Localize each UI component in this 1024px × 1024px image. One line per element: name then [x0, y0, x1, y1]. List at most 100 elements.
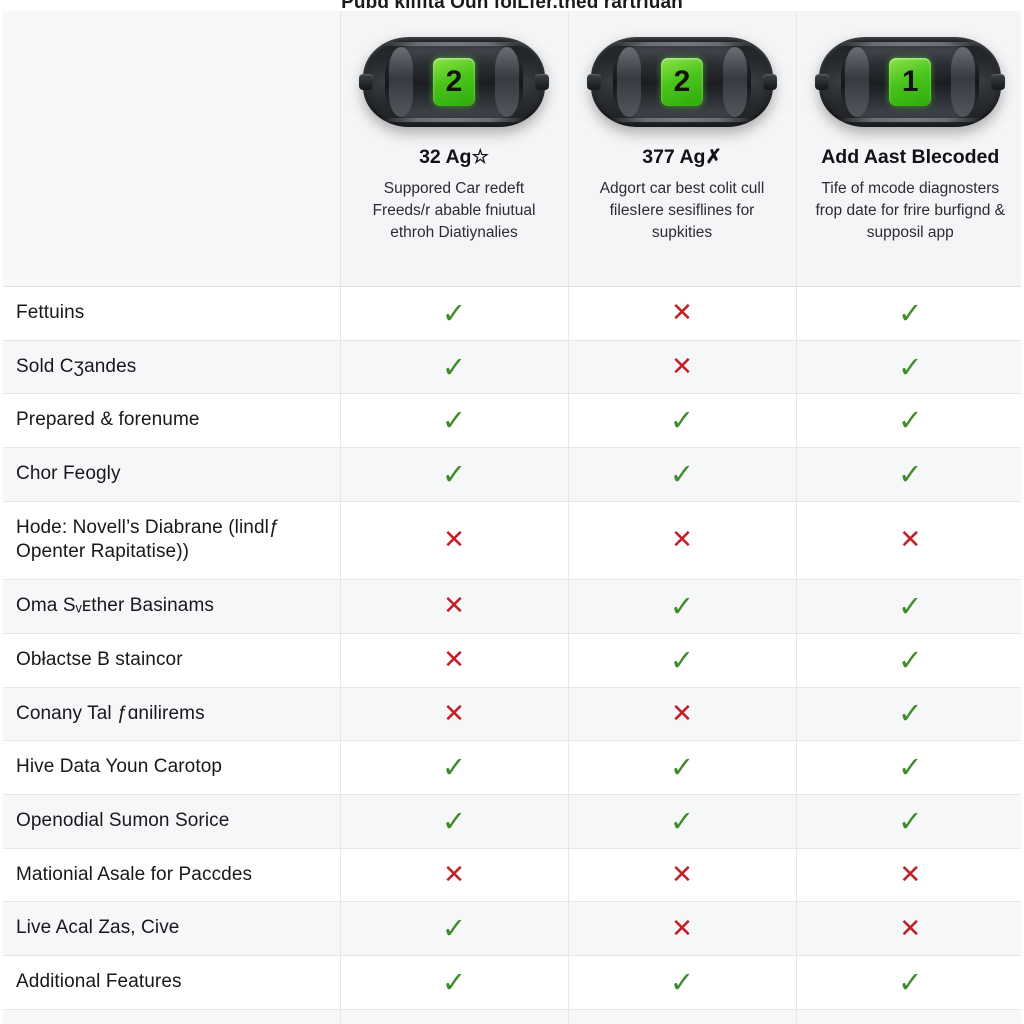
header-row: 2 32 Ag☆ Suppored Car redeft Freeds/r ab…	[0, 11, 1024, 287]
feature-supported-cell: ✓	[340, 393, 569, 449]
feature-supported-cell: ✓	[796, 955, 1024, 1010]
product-title-2: 377 Ag✗	[642, 146, 722, 168]
feature-label: Opelćty	[0, 1009, 341, 1024]
product-badge-3: 1	[889, 58, 932, 106]
cross-icon: ✕	[671, 859, 693, 890]
cross-icon: ✕	[443, 591, 465, 622]
table-row: Oma Sᵥᴇther Basinams ✕ ✓ ✓	[0, 579, 1024, 634]
product-description-3: Tife of mcode diagnosters frop date for …	[815, 180, 1006, 242]
feature-supported-cell: ✓	[568, 740, 797, 795]
feature-supported-cell: ✓	[796, 1009, 1024, 1024]
cross-icon: ✕	[443, 525, 465, 556]
feature-unsupported-cell: ✕	[568, 286, 797, 341]
feature-supported-cell: ✓	[340, 286, 569, 341]
page-title: Pubd kilfita Ouh foiLfer.tned rartrluan	[341, 0, 683, 13]
feature-supported-cell: ✓	[340, 447, 569, 502]
feature-supported-cell: ✓	[340, 955, 569, 1010]
table-header: 2 32 Ag☆ Suppored Car redeft Freeds/r ab…	[0, 11, 1024, 287]
table-row: Hode: Novell’s Diabrane (lindlƒ Openter …	[0, 501, 1024, 581]
cross-icon: ✕	[671, 698, 693, 729]
feature-label: Conany Tal ƒɑnilirems	[0, 687, 341, 742]
feature-column-header	[0, 11, 341, 287]
feature-supported-cell: ✓	[796, 794, 1024, 849]
product-description-2: Adgort car best colit cull filesIere ses…	[599, 180, 765, 242]
check-icon: ✓	[669, 456, 695, 491]
cross-icon: ✕	[671, 913, 693, 944]
check-icon: ✓	[441, 750, 467, 785]
page-left-edge	[0, 0, 3, 1024]
check-icon: ✓	[898, 588, 923, 623]
product-column-header-3[interactable]: 1 Add Aast Blecoded Tife of mcode diagno…	[796, 11, 1024, 287]
table-row: Prepared & forenume ✓ ✓ ✓	[0, 393, 1024, 449]
check-icon: ✓	[898, 642, 923, 677]
feature-label: Mationial Asale for Paccdes	[0, 848, 341, 903]
feature-label: Prepared & forenume	[0, 393, 341, 449]
table-row: Fettuins ✓ ✕ ✓	[0, 286, 1024, 341]
check-icon: ✓	[669, 642, 695, 677]
feature-supported-cell: ✓	[796, 579, 1024, 634]
cross-icon: ✕	[899, 859, 922, 890]
check-icon: ✓	[898, 750, 923, 785]
check-icon: ✓	[898, 456, 923, 491]
feature-supported-cell: ✓	[340, 901, 569, 956]
check-icon: ✓	[441, 456, 467, 491]
feature-supported-cell: ✓	[568, 794, 797, 849]
product-badge-1: 2	[433, 58, 475, 106]
feature-unsupported-cell: ✕	[568, 848, 797, 903]
cross-icon: ✕	[671, 298, 693, 329]
feature-label: Fettuins	[0, 286, 341, 341]
table-body: Fettuins ✓ ✕ ✓ Sold Cʒandes ✓ ✕ ✓ Prepared & for…	[0, 286, 1024, 1024]
check-icon: ✓	[898, 696, 923, 731]
table-row: Sold Cʒandes ✓ ✕ ✓	[0, 340, 1024, 395]
feature-unsupported-cell: ✕	[340, 1009, 569, 1024]
product-badge-2: 2	[661, 58, 703, 106]
feature-unsupported-cell: ✕	[340, 687, 569, 742]
feature-supported-cell: ✓	[796, 447, 1024, 502]
feature-supported-cell: ✓	[340, 794, 569, 849]
feature-supported-cell: ✓	[568, 633, 797, 688]
cross-icon: ✕	[443, 698, 465, 729]
feature-supported-cell: ✓	[796, 286, 1024, 341]
feature-label: Sold Cʒandes	[0, 340, 341, 395]
feature-supported-cell: ✓	[568, 393, 797, 449]
check-icon: ✓	[441, 803, 467, 838]
feature-supported-cell: ✓	[796, 633, 1024, 688]
car-top-view-icon: 2	[587, 29, 777, 135]
comparison-table-page: Pubd kilfita Ouh foiLfer.tned rartrluan	[0, 0, 1024, 1024]
feature-supported-cell: ✓	[568, 579, 797, 634]
check-icon: ✓	[898, 349, 923, 384]
feature-supported-cell: ✓	[568, 447, 797, 502]
page-title-strip: Pubd kilfita Ouh foiLfer.tned rartrluan	[0, 0, 1024, 14]
check-icon: ✓	[669, 964, 695, 999]
product-column-header-1[interactable]: 2 32 Ag☆ Suppored Car redeft Freeds/r ab…	[340, 11, 569, 287]
feature-label: Openodial Sumon Sorice	[0, 794, 341, 849]
check-icon: ✓	[441, 349, 467, 384]
feature-label: Additional Features	[0, 955, 341, 1010]
check-icon: ✓	[669, 750, 695, 785]
feature-supported-cell: ✓	[796, 740, 1024, 795]
feature-unsupported-cell: ✕	[796, 901, 1024, 956]
check-icon: ✓	[669, 803, 695, 838]
product-column-header-2[interactable]: 2 377 Ag✗ Adgort car best colit cull fil…	[568, 11, 797, 287]
table-row: Mationial Asale for Paccdes ✕ ✕ ✕	[0, 848, 1024, 903]
feature-unsupported-cell: ✕	[568, 687, 797, 742]
table-row: Chor Feogly ✓ ✓ ✓	[0, 447, 1024, 502]
feature-unsupported-cell: ✕	[340, 848, 569, 903]
feature-unsupported-cell: ✕	[568, 901, 797, 956]
feature-label: Chor Feogly	[0, 447, 341, 502]
feature-unsupported-cell: ✕	[796, 501, 1024, 581]
table-row: Additional Features ✓ ✓ ✓	[0, 955, 1024, 1010]
feature-unsupported-cell: ✕	[568, 340, 797, 395]
check-icon: ✓	[441, 295, 467, 330]
feature-label: Hode: Novell’s Diabrane (lindlƒ Openter …	[0, 501, 341, 581]
cross-icon: ✕	[899, 913, 922, 944]
check-icon: ✓	[898, 403, 923, 438]
check-icon: ✓	[441, 964, 467, 999]
feature-supported-cell: ✓	[796, 393, 1024, 449]
check-icon: ✓	[898, 295, 923, 330]
feature-supported-cell: ✓	[796, 340, 1024, 395]
cross-icon: ✕	[443, 645, 465, 676]
table-row: Opelćty✕✓✓	[0, 1009, 1024, 1024]
product-title-3: Add Aast Blecoded	[821, 146, 1000, 168]
feature-unsupported-cell: ✕	[340, 633, 569, 688]
